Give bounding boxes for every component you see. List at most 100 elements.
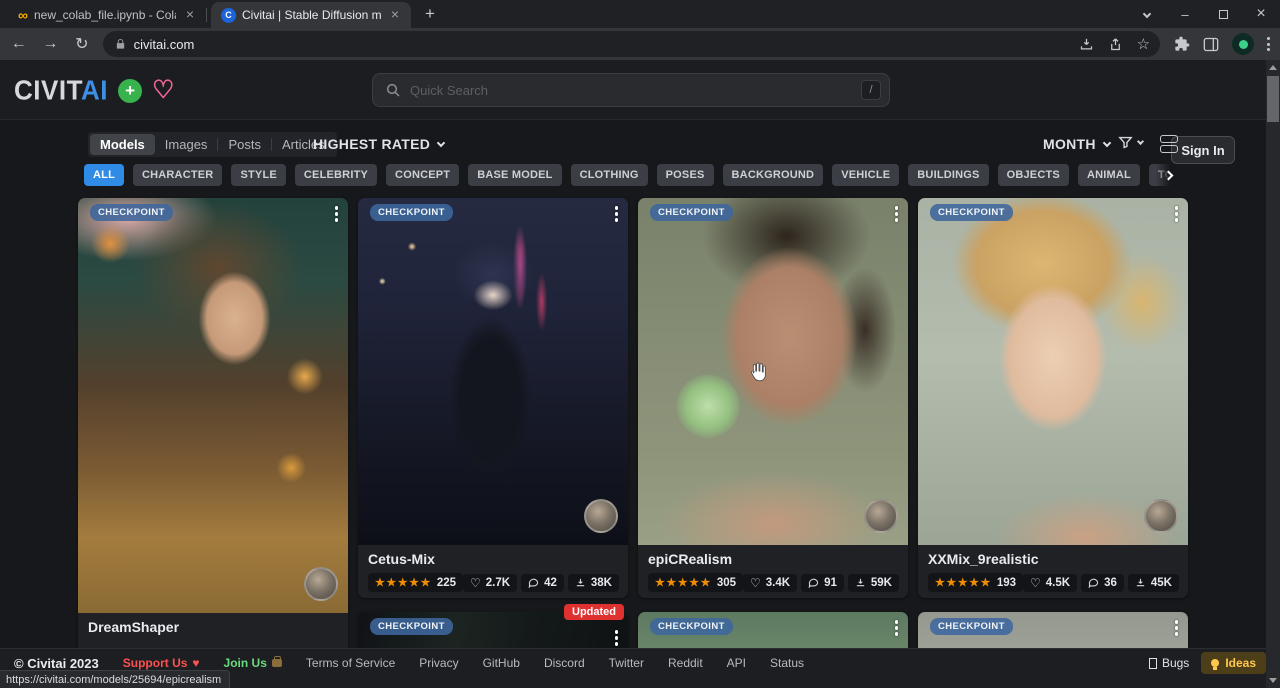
category-chip-celebrity[interactable]: CELEBRITY [295, 164, 377, 186]
scroll-up-arrow[interactable] [1269, 65, 1277, 70]
comments-count: 91 [824, 577, 837, 589]
model-card-cetus-mix[interactable]: CHECKPOINT Cetus-Mix ★★★★★225 ♡2.7K 42 3… [358, 198, 628, 598]
sort-dropdown[interactable]: HIGHEST RATED [313, 136, 444, 152]
model-card-dreamshaper[interactable]: CHECKPOINT DreamShaper [78, 198, 348, 688]
tab-close-icon[interactable]: × [387, 7, 403, 23]
model-type-badge: CHECKPOINT [370, 618, 453, 635]
category-chip-style[interactable]: STYLE [231, 164, 285, 186]
downloads-stat: 38K [568, 574, 619, 592]
category-chip-background[interactable]: BACKGROUND [723, 164, 824, 186]
url-bar[interactable]: civitai.com ☆ [103, 31, 1160, 57]
favorites-heart-icon[interactable]: ♡ [152, 78, 174, 103]
reload-button[interactable]: ↻ [69, 31, 95, 57]
comments-count: 36 [1104, 577, 1117, 589]
chevron-right-icon [1163, 171, 1173, 181]
downloads-stat: 45K [1128, 574, 1179, 592]
new-tab-button[interactable]: + [417, 2, 443, 28]
tab-title: new_colab_file.ipynb - Colaborat [34, 8, 176, 22]
filter-dropdown[interactable] [1117, 134, 1143, 151]
terms-link[interactable]: Terms of Service [306, 656, 395, 670]
creator-avatar[interactable] [584, 499, 618, 533]
ideas-button[interactable]: Ideas [1201, 652, 1266, 674]
scrollbar-thumb[interactable] [1267, 76, 1279, 122]
card-menu-icon[interactable] [1175, 620, 1179, 636]
category-chip-base-model[interactable]: BASE MODEL [468, 164, 561, 186]
card-menu-icon[interactable] [615, 630, 619, 646]
category-chip-concept[interactable]: CONCEPT [386, 164, 459, 186]
tab-colab[interactable]: ∞ new_colab_file.ipynb - Colaborat × [8, 2, 206, 28]
category-chip-animal[interactable]: ANIMAL [1078, 164, 1140, 186]
profile-dot-icon [1239, 40, 1248, 49]
card-menu-icon[interactable] [335, 206, 339, 222]
forward-button[interactable]: → [38, 31, 64, 57]
categories-scroll-right-button[interactable] [1156, 164, 1180, 187]
chevron-down-icon [437, 138, 445, 146]
category-chip-character[interactable]: CHARACTER [133, 164, 222, 186]
tab-posts[interactable]: Posts [218, 134, 271, 155]
side-panel-icon[interactable] [1203, 37, 1219, 52]
join-us-link[interactable]: Join Us [224, 656, 282, 670]
creator-avatar[interactable] [304, 567, 338, 601]
card-menu-icon[interactable] [615, 206, 619, 222]
likes-count: 4.5K [1046, 577, 1070, 589]
creator-avatar[interactable] [1144, 499, 1178, 533]
model-stats: ★★★★★225 ♡2.7K 42 38K [368, 573, 618, 592]
discord-link[interactable]: Discord [544, 656, 585, 670]
comment-icon [528, 577, 539, 588]
card-menu-icon[interactable] [895, 620, 899, 636]
share-icon[interactable] [1108, 37, 1123, 52]
scroll-down-arrow[interactable] [1269, 678, 1277, 683]
close-window-button[interactable]: × [1242, 0, 1280, 28]
likes-count: 3.4K [766, 577, 790, 589]
star-icons: ★★★★★ [655, 576, 712, 589]
model-title: epiCRealism [648, 551, 898, 567]
github-link[interactable]: GitHub [483, 656, 520, 670]
period-dropdown[interactable]: MONTH [1043, 136, 1110, 152]
model-card-xxmix-9realistic[interactable]: CHECKPOINT XXMix_9realistic ★★★★★193 ♡4.… [918, 198, 1188, 598]
tab-close-icon[interactable]: × [182, 7, 198, 23]
twitter-link[interactable]: Twitter [609, 656, 644, 670]
rating-count: 305 [717, 577, 736, 589]
model-card-epicrealism[interactable]: CHECKPOINT epiCRealism ★★★★★305 ♡3.4K 91… [638, 198, 908, 598]
tab-images[interactable]: Images [155, 134, 218, 155]
browser-menu-icon[interactable] [1267, 37, 1270, 51]
screen: ∞ new_colab_file.ipynb - Colaborat × C C… [0, 0, 1280, 688]
category-chip-vehicle[interactable]: VEHICLE [832, 164, 899, 186]
card-menu-icon[interactable] [1175, 206, 1179, 222]
api-link[interactable]: API [727, 656, 746, 670]
extensions-icon[interactable] [1174, 36, 1190, 52]
card-menu-icon[interactable] [895, 206, 899, 222]
bugs-button[interactable]: Bugs [1149, 656, 1189, 670]
tab-models[interactable]: Models [90, 134, 155, 155]
maximize-button[interactable] [1204, 0, 1242, 28]
lock-icon [115, 38, 126, 50]
back-button[interactable]: ← [6, 31, 32, 57]
category-chip-poses[interactable]: POSES [657, 164, 714, 186]
model-preview-image: CHECKPOINT [638, 198, 908, 545]
civitai-logo[interactable]: CIVITAI + ♡ [14, 75, 174, 106]
tab-search-button[interactable] [1128, 0, 1166, 28]
tab-civitai[interactable]: C Civitai | Stable Diffusion models, × [211, 2, 411, 28]
bookmark-star-icon[interactable]: ☆ [1137, 37, 1150, 52]
download-page-icon[interactable] [1079, 37, 1094, 52]
star-icons: ★★★★★ [375, 576, 432, 589]
link-preview-status: https://civitai.com/models/25694/epicrea… [0, 670, 230, 688]
model-type-badge: CHECKPOINT [650, 618, 733, 635]
search-bar[interactable]: / [372, 73, 890, 107]
create-plus-button[interactable]: + [118, 79, 142, 103]
category-chip-buildings[interactable]: BUILDINGS [908, 164, 988, 186]
privacy-link[interactable]: Privacy [419, 656, 458, 670]
card-size-toggle[interactable] [1160, 135, 1178, 153]
browser-profile-avatar[interactable] [1232, 33, 1254, 55]
category-chip-objects[interactable]: OBJECTS [998, 164, 1069, 186]
category-chip-all[interactable]: ALL [84, 164, 124, 186]
support-us-link[interactable]: Support Us♥ [123, 656, 200, 670]
category-chip-clothing[interactable]: CLOTHING [571, 164, 648, 186]
creator-avatar[interactable] [864, 499, 898, 533]
search-input[interactable] [410, 83, 861, 98]
status-link[interactable]: Status [770, 656, 804, 670]
civitai-favicon: C [221, 8, 236, 23]
minimize-button[interactable]: – [1166, 0, 1204, 28]
reddit-link[interactable]: Reddit [668, 656, 703, 670]
page-scrollbar[interactable] [1266, 60, 1280, 688]
